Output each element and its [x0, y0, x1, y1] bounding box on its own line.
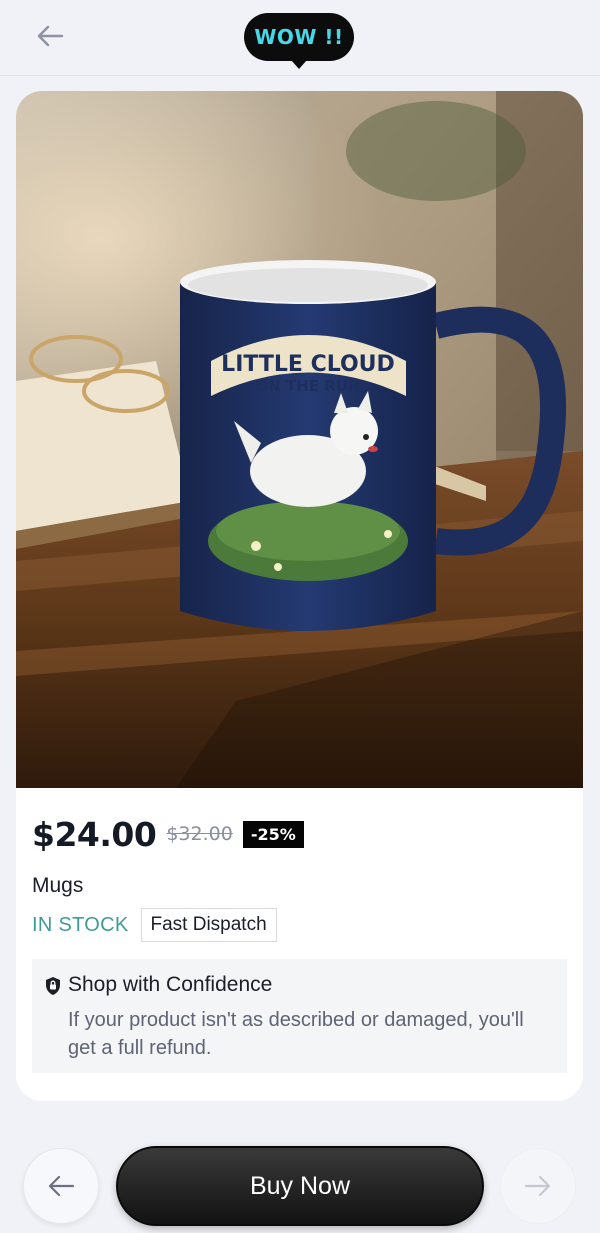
arrow-left-icon [48, 1175, 75, 1197]
current-price: $24.00 [32, 814, 157, 854]
product-card: LITTLE CLOUD ON THE RUN $24.00 $32.00 -2… [16, 91, 583, 1101]
svg-text:LITTLE CLOUD: LITTLE CLOUD [221, 352, 395, 377]
confidence-title: Shop with Confidence [68, 973, 273, 996]
confidence-box: Shop with Confidence If your product isn… [32, 959, 567, 1073]
back-button[interactable] [30, 18, 70, 54]
previous-product-button[interactable] [23, 1148, 99, 1224]
discount-badge: -25% [242, 820, 304, 848]
svg-text:ON THE RUN: ON THE RUN [255, 377, 360, 395]
product-category: Mugs [32, 874, 84, 897]
stock-row: IN STOCK Fast Dispatch [32, 908, 277, 942]
brand-logo[interactable]: WOW !! [244, 13, 354, 69]
next-product-button[interactable] [500, 1148, 576, 1224]
dispatch-badge: Fast Dispatch [140, 908, 277, 942]
product-image[interactable]: LITTLE CLOUD ON THE RUN [16, 91, 583, 788]
confidence-body: If your product isn't as described or da… [68, 1009, 524, 1059]
shield-lock-icon [46, 977, 60, 995]
stock-status: IN STOCK [32, 913, 129, 936]
arrow-right-icon [524, 1175, 551, 1197]
arrow-left-icon [37, 25, 64, 47]
buy-now-button[interactable]: Buy Now [116, 1146, 484, 1226]
top-bar: WOW !! [0, 0, 600, 76]
original-price: $32.00 [166, 823, 233, 845]
logo-text: WOW !! [254, 25, 344, 49]
price-row: $24.00 $32.00 -25% [32, 809, 304, 859]
